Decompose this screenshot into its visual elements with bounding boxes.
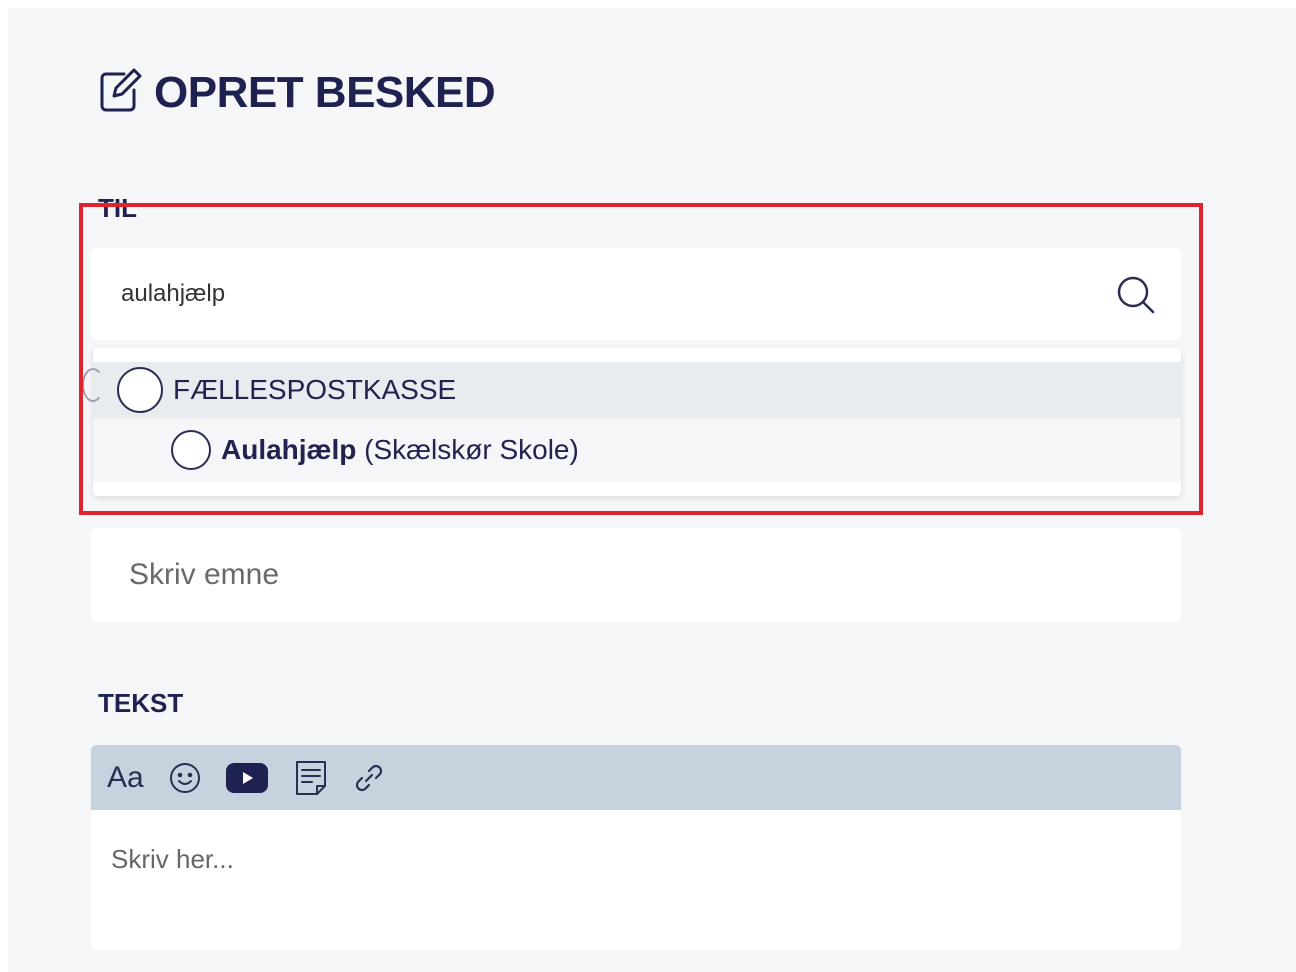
- document-icon[interactable]: [294, 760, 328, 796]
- dropdown-group-label: FÆLLESPOSTKASSE: [173, 374, 457, 405]
- dropdown-item[interactable]: Aulahjælp (Skælskør Skole): [93, 418, 1181, 482]
- editor-toolbar: Aa: [91, 745, 1181, 810]
- message-editor[interactable]: Skriv her...: [91, 810, 1181, 950]
- item-radio[interactable]: [171, 430, 211, 470]
- text-label: TEKST: [98, 688, 184, 718]
- subject-input[interactable]: [91, 528, 1181, 622]
- group-radio[interactable]: [117, 367, 163, 413]
- recipients-label: TIL: [98, 193, 137, 223]
- recipient-search-field: [91, 248, 1181, 340]
- recipient-dropdown: FÆLLESPOSTKASSE Aulahjælp (Skælskør Skol…: [93, 348, 1181, 496]
- subject-field: [91, 528, 1181, 622]
- dropdown-item-name: Aulahjælp: [221, 434, 357, 465]
- edit-icon: [96, 66, 144, 119]
- emoji-icon[interactable]: [168, 761, 202, 795]
- recipient-search-input[interactable]: [91, 248, 1181, 340]
- obscured-radio: [82, 368, 104, 402]
- youtube-icon[interactable]: [225, 762, 268, 793]
- editor-placeholder: Skriv her...: [111, 844, 234, 874]
- search-icon[interactable]: [1115, 274, 1157, 316]
- dropdown-item-detail: (Skælskør Skole): [364, 434, 579, 465]
- page-title: OPRET BESKED: [154, 67, 496, 117]
- dropdown-item-label: Aulahjælp (Skælskør Skole): [221, 434, 579, 466]
- link-icon[interactable]: [352, 761, 386, 795]
- page-header: OPRET BESKED: [96, 66, 496, 119]
- dropdown-group-row[interactable]: FÆLLESPOSTKASSE: [93, 362, 1181, 418]
- font-format-button[interactable]: Aa: [107, 761, 144, 795]
